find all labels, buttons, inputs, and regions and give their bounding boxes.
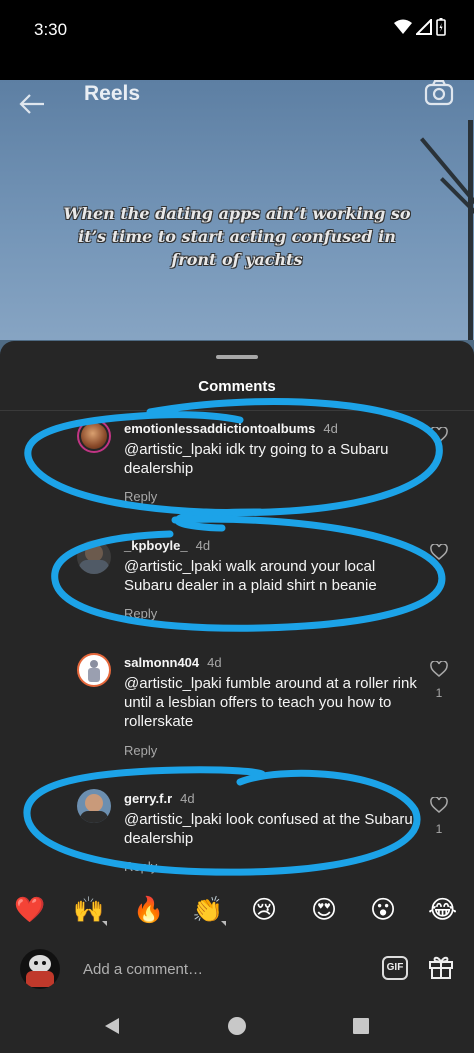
avatar[interactable] [77, 789, 111, 823]
system-icons [394, 18, 446, 36]
comment-username[interactable]: salmonn404 4d [124, 655, 222, 670]
mast-line [420, 137, 474, 209]
like-button[interactable]: 1 [428, 660, 450, 700]
comment-age: 4d [207, 655, 222, 670]
reply-button[interactable]: Reply [124, 859, 157, 874]
mast-line [468, 120, 473, 360]
heart-outline-icon [430, 426, 448, 443]
divider [0, 410, 474, 411]
comment-text: @artistic_lpaki walk around your local S… [124, 558, 377, 594]
reaction-laughing[interactable]: 😂 [428, 892, 457, 928]
like-count: 1 [435, 822, 443, 836]
comment-text: @artistic_lpaki look confused at the Sub… [124, 811, 413, 847]
comment-composer: Add a comment… GIF [0, 945, 474, 995]
comment-username[interactable]: emotionlessaddictiontoalbums 4d [124, 421, 338, 436]
reel-header: Reels [0, 79, 474, 130]
reply-button[interactable]: Reply [124, 606, 157, 621]
reaction-clap[interactable]: 👏 [192, 892, 227, 928]
like-button[interactable] [428, 543, 450, 569]
camera-icon [424, 79, 454, 106]
comment-input[interactable]: Add a comment… [83, 961, 203, 978]
like-count: 1 [435, 686, 443, 700]
gift-icon [429, 956, 453, 979]
reaction-heart-eyes[interactable]: 😍 [311, 892, 337, 928]
comment-text: @artistic_lpaki fumble around at a rolle… [124, 675, 417, 730]
heart-outline-icon [430, 796, 448, 813]
skin-tone-indicator [221, 921, 227, 926]
reaction-heart[interactable]: ❤️ [14, 892, 45, 928]
camera-button[interactable] [424, 79, 454, 111]
gif-button[interactable]: GIF [382, 956, 408, 980]
skin-tone-indicator [102, 921, 108, 926]
comment-text: @artistic_lpaki idk try going to a Subar… [124, 441, 389, 477]
battery-icon [436, 18, 446, 36]
heart-outline-icon [430, 660, 448, 677]
nav-home-icon[interactable] [227, 1016, 247, 1036]
my-avatar [20, 949, 60, 989]
comment-username[interactable]: _kpboyle_ 4d [124, 538, 210, 553]
back-button[interactable] [18, 92, 46, 121]
back-arrow-icon [19, 94, 44, 114]
comment-username[interactable]: gerry.f.r 4d [124, 791, 195, 806]
heart-outline-icon [430, 543, 448, 560]
status-time: 3:30 [34, 20, 68, 39]
comment-age: 4d [323, 421, 338, 436]
reaction-raised-hands[interactable]: 🙌 [73, 892, 108, 928]
gift-button[interactable] [428, 954, 454, 985]
comment-age: 4d [195, 538, 211, 553]
page-title: Reels [84, 82, 141, 105]
like-button[interactable] [428, 426, 450, 452]
avatar[interactable] [77, 419, 111, 453]
nav-recents-icon[interactable] [351, 1016, 371, 1036]
reply-button[interactable]: Reply [124, 743, 157, 758]
reaction-open-mouth[interactable]: 😮 [370, 892, 396, 928]
wifi-icon [394, 19, 412, 34]
reply-button[interactable]: Reply [124, 489, 157, 504]
sheet-title: Comments [198, 378, 276, 395]
like-button[interactable]: 1 [428, 796, 450, 836]
reaction-fire[interactable]: 🔥 [133, 892, 164, 928]
reel-caption: When the dating apps ain’t working so it… [63, 204, 411, 269]
avatar[interactable] [77, 653, 111, 687]
drag-handle[interactable] [216, 355, 258, 359]
status-bar: 3:30 [0, 0, 474, 80]
nav-back-icon[interactable] [102, 1016, 122, 1036]
system-nav-bar [0, 1000, 474, 1053]
avatar[interactable] [77, 540, 111, 574]
signal-icon [416, 19, 432, 35]
reaction-crying[interactable]: 😢 [251, 892, 277, 928]
comment-age: 4d [180, 791, 195, 806]
quick-reactions-bar: ❤️ 🙌 🔥 👏 😢 😍 😮 😂 [0, 892, 474, 930]
